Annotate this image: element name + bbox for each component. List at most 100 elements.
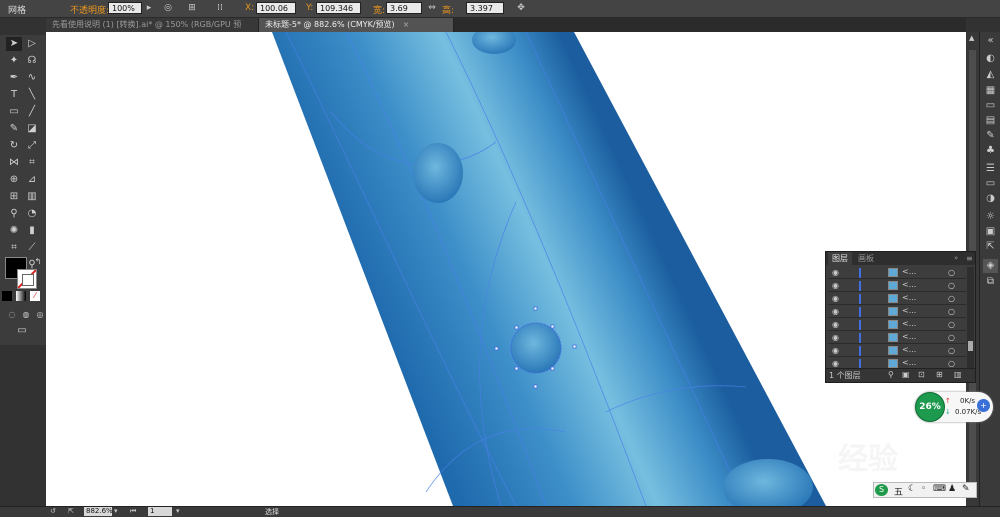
graphic-styles-icon[interactable]: ▣ xyxy=(983,225,998,239)
appearance-icon[interactable]: ☼ xyxy=(983,210,998,224)
target-icon[interactable]: ○ xyxy=(948,320,955,329)
plus-icon[interactable]: + xyxy=(977,399,990,412)
perspective-grid-tool-icon[interactable]: ⊿ xyxy=(24,173,40,187)
x-field[interactable]: 100.06 m xyxy=(256,2,296,25)
keyboard-icon[interactable]: ⌨ xyxy=(933,484,946,494)
hole-shape[interactable] xyxy=(413,143,463,203)
export-icon[interactable]: ⇱ xyxy=(68,507,74,515)
target-icon[interactable]: ○ xyxy=(948,307,955,316)
target-icon[interactable]: ○ xyxy=(948,294,955,303)
stroke-panel-icon[interactable]: ☰ xyxy=(983,162,998,176)
x-label[interactable]: X: xyxy=(245,3,254,13)
collapse-icon[interactable]: » xyxy=(950,252,962,265)
magic-wand-tool-icon[interactable]: ✦ xyxy=(6,54,22,68)
layer-row[interactable]: ◉ <... ○ xyxy=(828,267,966,279)
h-label[interactable]: 高: xyxy=(442,3,454,16)
layer-row[interactable]: ◉ <... ○ xyxy=(828,280,966,292)
free-transform-tool-icon[interactable]: ⌗ xyxy=(24,156,40,170)
target-icon[interactable]: ○ xyxy=(948,333,955,342)
type-tool-icon[interactable]: T xyxy=(6,88,22,102)
recolor-icon[interactable]: ◎ xyxy=(162,2,174,14)
libraries-icon[interactable]: ▭ xyxy=(983,99,998,113)
w-field[interactable]: 3.69 mm xyxy=(386,2,422,25)
export-icon[interactable]: ⇱ xyxy=(983,240,998,254)
ime-mode[interactable]: 五 xyxy=(894,485,903,498)
eraser-tool-icon[interactable]: ◪ xyxy=(24,122,40,136)
opacity-dropdown-icon[interactable]: ▸ xyxy=(143,2,155,14)
tab-layers[interactable]: 图层 xyxy=(828,252,852,265)
clipping-mask-icon[interactable]: ▣ xyxy=(902,370,910,379)
zoom-dropdown-icon[interactable]: ▾ xyxy=(114,507,118,515)
width-tool-icon[interactable]: ⋈ xyxy=(6,156,22,170)
symbols-icon[interactable]: ♣ xyxy=(983,144,998,158)
target-icon[interactable]: ○ xyxy=(948,281,955,290)
h-field[interactable]: 3.397 mm xyxy=(466,2,504,25)
rotate-view-icon[interactable]: ↺ xyxy=(50,507,56,515)
none-mode-icon[interactable]: ⁄ xyxy=(30,291,40,301)
target-icon[interactable]: ○ xyxy=(948,268,955,277)
target-icon[interactable]: ○ xyxy=(948,359,955,368)
lasso-tool-icon[interactable]: ☊ xyxy=(24,54,40,68)
y-field[interactable]: 109.346 m xyxy=(316,2,361,25)
opacity-label[interactable]: 不透明度: xyxy=(70,3,109,16)
curvature-tool-icon[interactable]: ∿ xyxy=(24,71,40,85)
visibility-icon[interactable]: ◉ xyxy=(832,307,839,316)
scroll-thumb[interactable] xyxy=(968,341,973,351)
tab-document-1[interactable]: 先看使用说明 (1) [转换].ai* @ 150% (RGB/GPU 预览)× xyxy=(46,18,259,43)
eyedropper-tool-icon[interactable]: ⚲ xyxy=(6,207,22,221)
color-panel-icon[interactable]: ◐ xyxy=(983,52,998,66)
visibility-icon[interactable]: ◉ xyxy=(832,294,839,303)
color-mode-icon[interactable] xyxy=(2,291,12,301)
delete-layer-icon[interactable]: ▥ xyxy=(954,370,962,379)
swatches-icon[interactable]: ▦ xyxy=(983,84,998,98)
tab-document-2[interactable]: 未标题-5* @ 882.6% (CMYK/预览) × xyxy=(259,18,454,32)
pencil-tool-icon[interactable]: ✎ xyxy=(6,122,22,136)
visibility-icon[interactable]: ◉ xyxy=(832,359,839,368)
swap-fill-stroke-icon[interactable]: ↰ xyxy=(30,255,46,269)
new-layer-icon[interactable]: ⊞ xyxy=(936,370,943,379)
layer-row[interactable]: ◉ <... ○ xyxy=(828,332,966,344)
user-icon[interactable]: ♟ xyxy=(948,484,956,494)
opacity-field[interactable]: 100% xyxy=(108,2,142,14)
visibility-icon[interactable]: ◉ xyxy=(832,333,839,342)
blue-tube-shape[interactable] xyxy=(272,32,826,506)
collapse-dock-icon[interactable]: « xyxy=(983,34,998,48)
rectangle-tool-icon[interactable]: ▭ xyxy=(6,105,22,119)
scale-tool-icon[interactable]: ⤢ xyxy=(24,139,40,153)
artboard-tool-icon[interactable]: ⌗ xyxy=(6,241,22,255)
shape-builder-tool-icon[interactable]: ⊕ xyxy=(6,173,22,187)
layers-scrollbar[interactable] xyxy=(967,267,974,369)
close-icon[interactable]: × xyxy=(403,20,410,29)
gradient-panel-icon[interactable]: ▭ xyxy=(983,177,998,191)
ime-toolbar[interactable]: S 五 ☾ ◦ ⌨ ♟ ✎ xyxy=(873,482,977,498)
visibility-icon[interactable]: ◉ xyxy=(832,346,839,355)
visibility-icon[interactable]: ◉ xyxy=(832,268,839,277)
artboards-panel-icon[interactable]: ⧉ xyxy=(983,275,998,289)
transform-reference-icon[interactable]: ⁞⁞ xyxy=(214,2,226,14)
punctuation-icon[interactable]: ◦ xyxy=(921,484,926,494)
stroke-swatch[interactable] xyxy=(17,269,37,289)
align-icon[interactable]: ⊞ xyxy=(186,2,198,14)
visibility-icon[interactable]: ◉ xyxy=(832,320,839,329)
zoom-field[interactable]: 882.6% xyxy=(84,507,113,516)
transform-options-icon[interactable]: ✥ xyxy=(515,2,527,14)
wrench-icon[interactable]: ✎ xyxy=(962,484,970,494)
mesh-tool-icon[interactable]: ⊞ xyxy=(6,190,22,204)
panel-menu-icon[interactable]: ≡ xyxy=(962,252,977,265)
rotate-tool-icon[interactable]: ↻ xyxy=(6,139,22,153)
selected-hole-shape[interactable] xyxy=(510,322,562,374)
artboard-field[interactable]: 1 xyxy=(148,507,172,516)
scroll-up-icon[interactable]: ▲ xyxy=(969,34,974,42)
moon-icon[interactable]: ☾ xyxy=(908,484,916,494)
layer-row[interactable]: ◉ <... ○ xyxy=(828,319,966,331)
locate-object-icon[interactable]: ⚲ xyxy=(888,370,894,379)
blend-tool-icon[interactable]: ◔ xyxy=(24,207,40,221)
new-sublayer-icon[interactable]: ⊡ xyxy=(918,370,925,379)
brush-icon[interactable]: ✎ xyxy=(983,129,998,143)
y-label[interactable]: Y: xyxy=(306,3,313,13)
layer-row[interactable]: ◉ <... ○ xyxy=(828,345,966,357)
brushes-icon[interactable]: ▤ xyxy=(983,114,998,128)
layer-row[interactable]: ◉ <... ○ xyxy=(828,306,966,318)
column-graph-tool-icon[interactable]: ▮ xyxy=(24,224,40,238)
screen-mode-icon[interactable]: ▭ xyxy=(14,324,30,338)
